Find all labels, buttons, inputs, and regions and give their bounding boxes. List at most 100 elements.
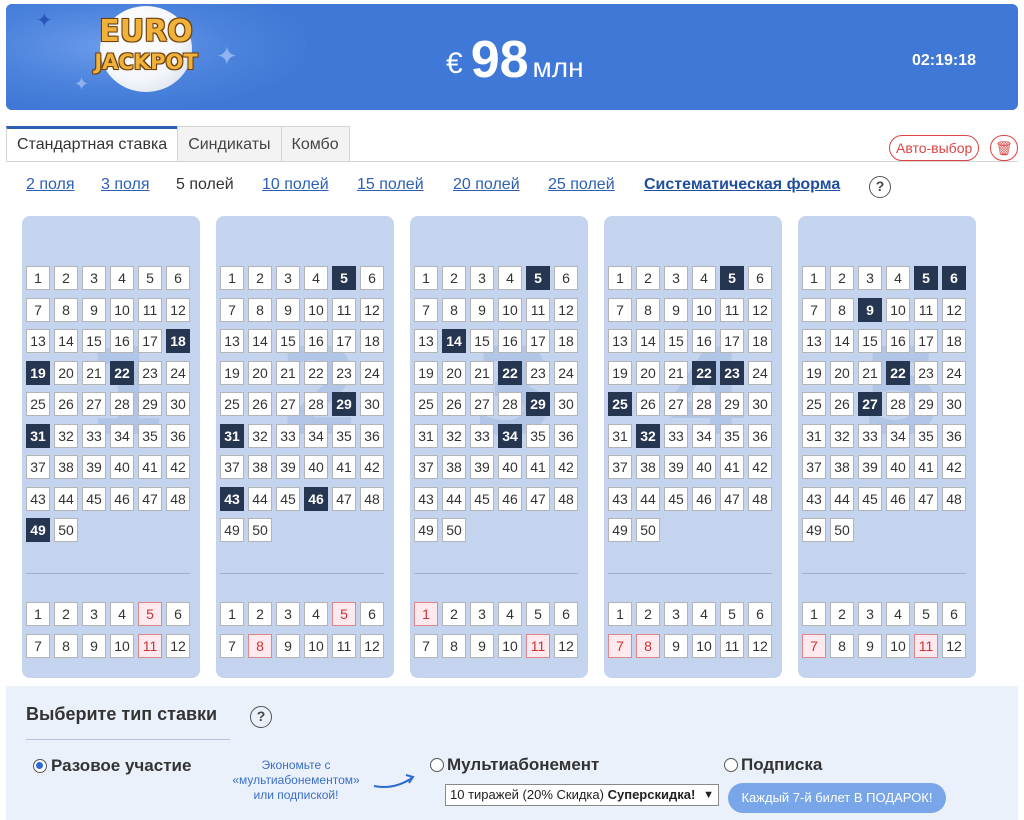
number-cell[interactable]: 17 <box>526 329 550 353</box>
fields-option-2[interactable]: 2 поля <box>26 176 75 194</box>
number-cell[interactable]: 39 <box>470 455 494 479</box>
number-cell[interactable]: 18 <box>554 329 578 353</box>
number-cell[interactable]: 37 <box>220 455 244 479</box>
number-cell[interactable]: 10 <box>498 297 522 322</box>
number-cell[interactable]: 47 <box>138 486 162 511</box>
number-cell[interactable]: 13 <box>414 329 438 353</box>
number-cell[interactable]: 31 <box>26 423 50 448</box>
number-cell[interactable]: 11 <box>526 297 550 322</box>
number-cell[interactable]: 14 <box>54 329 78 353</box>
number-cell[interactable]: 46 <box>304 486 328 511</box>
number-cell[interactable]: 18 <box>166 329 190 353</box>
number-cell[interactable]: 37 <box>414 455 438 479</box>
euro-number-cell[interactable]: 10 <box>886 633 910 658</box>
number-cell[interactable]: 45 <box>82 486 106 511</box>
number-cell[interactable]: 16 <box>692 329 716 353</box>
euro-number-cell[interactable]: 2 <box>54 602 78 626</box>
number-cell[interactable]: 5 <box>138 266 162 290</box>
number-cell[interactable]: 29 <box>332 392 356 416</box>
number-cell[interactable]: 41 <box>526 455 550 479</box>
number-cell[interactable]: 41 <box>138 455 162 479</box>
number-cell[interactable]: 49 <box>802 518 826 542</box>
euro-number-cell[interactable]: 10 <box>304 633 328 658</box>
multi-subscription-label[interactable]: Мультиабонемент <box>447 755 599 775</box>
number-cell[interactable]: 35 <box>914 423 938 448</box>
number-cell[interactable]: 9 <box>858 297 882 322</box>
number-cell[interactable]: 37 <box>802 455 826 479</box>
number-cell[interactable]: 2 <box>442 266 466 290</box>
number-cell[interactable]: 46 <box>692 486 716 511</box>
number-cell[interactable]: 1 <box>608 266 632 290</box>
euro-number-cell[interactable]: 12 <box>360 633 384 658</box>
number-cell[interactable]: 4 <box>304 266 328 290</box>
number-cell[interactable]: 30 <box>360 392 384 416</box>
number-cell[interactable]: 27 <box>470 392 494 416</box>
euro-number-cell[interactable]: 11 <box>914 633 938 658</box>
number-cell[interactable]: 35 <box>720 423 744 448</box>
fields-option-3[interactable]: 3 поля <box>101 176 150 194</box>
number-cell[interactable]: 26 <box>54 392 78 416</box>
number-cell[interactable]: 35 <box>332 423 356 448</box>
number-cell[interactable]: 32 <box>248 423 272 448</box>
number-cell[interactable]: 35 <box>138 423 162 448</box>
euro-number-cell[interactable]: 3 <box>82 602 106 626</box>
number-cell[interactable]: 6 <box>554 266 578 290</box>
number-cell[interactable]: 40 <box>692 455 716 479</box>
number-cell[interactable]: 48 <box>360 486 384 511</box>
number-cell[interactable]: 19 <box>802 360 826 385</box>
number-cell[interactable]: 18 <box>360 329 384 353</box>
euro-number-cell[interactable]: 9 <box>470 633 494 658</box>
euro-number-cell[interactable]: 1 <box>220 602 244 626</box>
euro-number-cell[interactable]: 4 <box>498 602 522 626</box>
number-cell[interactable]: 10 <box>886 297 910 322</box>
number-cell[interactable]: 8 <box>636 297 660 322</box>
number-cell[interactable]: 28 <box>692 392 716 416</box>
multi-subscription-radio[interactable] <box>430 758 444 772</box>
number-cell[interactable]: 15 <box>858 329 882 353</box>
bet-type-help-icon[interactable]: ? <box>250 706 272 728</box>
number-cell[interactable]: 42 <box>554 455 578 479</box>
euro-number-cell[interactable]: 6 <box>554 602 578 626</box>
number-cell[interactable]: 22 <box>886 360 910 385</box>
euro-number-cell[interactable]: 1 <box>802 602 826 626</box>
number-cell[interactable]: 21 <box>664 360 688 385</box>
number-cell[interactable]: 12 <box>748 297 772 322</box>
euro-number-cell[interactable]: 4 <box>692 602 716 626</box>
number-cell[interactable]: 14 <box>442 329 466 353</box>
euro-number-cell[interactable]: 3 <box>664 602 688 626</box>
number-cell[interactable]: 28 <box>498 392 522 416</box>
number-cell[interactable]: 16 <box>304 329 328 353</box>
number-cell[interactable]: 44 <box>830 486 854 511</box>
number-cell[interactable]: 34 <box>110 423 134 448</box>
number-cell[interactable]: 48 <box>942 486 966 511</box>
number-cell[interactable]: 29 <box>526 392 550 416</box>
number-cell[interactable]: 29 <box>720 392 744 416</box>
euro-number-cell[interactable]: 12 <box>748 633 772 658</box>
number-cell[interactable]: 40 <box>110 455 134 479</box>
number-cell[interactable]: 41 <box>332 455 356 479</box>
euro-number-cell[interactable]: 7 <box>414 633 438 658</box>
euro-number-cell[interactable]: 9 <box>858 633 882 658</box>
number-cell[interactable]: 34 <box>304 423 328 448</box>
number-cell[interactable]: 20 <box>830 360 854 385</box>
number-cell[interactable]: 21 <box>470 360 494 385</box>
number-cell[interactable]: 14 <box>636 329 660 353</box>
euro-number-cell[interactable]: 12 <box>166 633 190 658</box>
number-cell[interactable]: 40 <box>886 455 910 479</box>
subscription-radio[interactable] <box>724 758 738 772</box>
number-cell[interactable]: 23 <box>332 360 356 385</box>
number-cell[interactable]: 17 <box>138 329 162 353</box>
euro-number-cell[interactable]: 8 <box>636 633 660 658</box>
number-cell[interactable]: 25 <box>26 392 50 416</box>
fields-option-20[interactable]: 20 полей <box>453 176 520 194</box>
number-cell[interactable]: 48 <box>554 486 578 511</box>
number-cell[interactable]: 20 <box>248 360 272 385</box>
number-cell[interactable]: 37 <box>608 455 632 479</box>
number-cell[interactable]: 8 <box>54 297 78 322</box>
number-cell[interactable]: 33 <box>858 423 882 448</box>
euro-number-cell[interactable]: 11 <box>720 633 744 658</box>
number-cell[interactable]: 40 <box>304 455 328 479</box>
euro-number-cell[interactable]: 5 <box>526 602 550 626</box>
number-cell[interactable]: 9 <box>664 297 688 322</box>
number-cell[interactable]: 13 <box>802 329 826 353</box>
